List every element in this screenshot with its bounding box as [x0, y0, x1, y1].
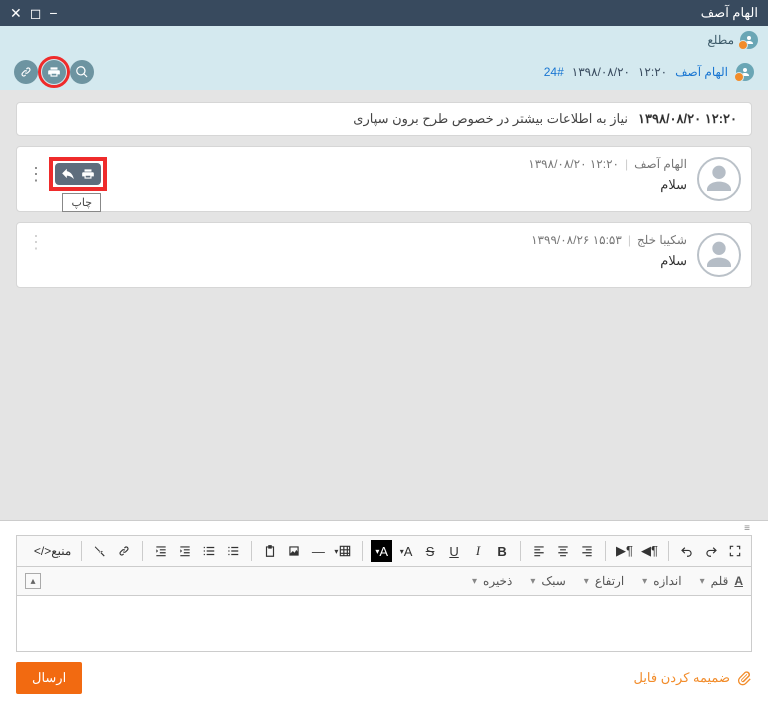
subject-time: ۱۲:۲۰	[705, 111, 737, 126]
message-time: ۱۵:۵۳	[593, 233, 622, 247]
message-more-button[interactable]: ⋮	[27, 165, 45, 183]
tb-undo[interactable]	[677, 540, 697, 562]
tb-font-color[interactable]: A▾	[396, 540, 416, 562]
editor-expand-icon[interactable]: ≡	[744, 523, 750, 535]
tb-collapse[interactable]: ▴	[25, 573, 41, 589]
tb-redo[interactable]	[701, 540, 721, 562]
tb-rtl[interactable]: ¶◀	[639, 540, 660, 562]
message-text: سلام	[45, 253, 687, 269]
tb-paste[interactable]	[260, 540, 280, 562]
header-time: ۱۲:۲۰	[638, 65, 667, 79]
editor-textarea[interactable]	[16, 596, 752, 652]
attach-label: ضمیمه کردن فایل	[633, 670, 730, 686]
tb-italic[interactable]: I	[468, 540, 488, 562]
tb-image[interactable]	[284, 540, 304, 562]
tb-ltr[interactable]: ¶▶	[614, 540, 635, 562]
author-avatar-icon	[736, 63, 754, 81]
role-label: مطلع	[707, 33, 734, 47]
tb-source[interactable]: </>منبع	[32, 540, 73, 562]
tb-unlink[interactable]	[90, 540, 110, 562]
header-date: ۱۳۹۸/۰۸/۲۰	[572, 65, 630, 79]
avatar-icon	[697, 157, 741, 201]
tb-fullscreen[interactable]	[725, 540, 745, 562]
message-meta: الهام آصف|۱۲:۲۰ ۱۳۹۸/۰۸/۲۰	[107, 157, 687, 171]
editor: ≡ ¶◀ ¶▶ B I U S A▾ A▾ ▾ — </>منبع A̲	[0, 520, 768, 652]
minimize-icon[interactable]: −	[49, 5, 57, 21]
print-tooltip: چاپ	[62, 193, 101, 212]
tb-list-num[interactable]	[199, 540, 219, 562]
tb-style[interactable]: سبک▾	[530, 574, 565, 588]
tb-underline[interactable]: U	[444, 540, 464, 562]
print-icon	[81, 167, 95, 181]
tb-align-left[interactable]	[529, 540, 549, 562]
message-author: شکیبا خلج	[637, 233, 687, 247]
tb-font-family[interactable]: A̲قلم▾	[700, 574, 743, 588]
window-title: الهام آصف	[701, 5, 758, 21]
print-button[interactable]	[42, 60, 66, 84]
subject-bar: ۱۲:۲۰ ۱۳۹۸/۰۸/۲۰ نیاز به اطلاعات بیشتر د…	[16, 102, 752, 136]
tb-bg-color[interactable]: A▾	[371, 540, 392, 562]
tb-link[interactable]	[114, 540, 134, 562]
tb-align-right[interactable]	[577, 540, 597, 562]
message-author: الهام آصف	[634, 157, 687, 171]
editor-toolbar-2: A̲قلم▾ اندازه▾ ارتفاع▾ سبک▾ ذخیره▾ ▴	[16, 567, 752, 596]
author-link[interactable]: الهام آصف	[675, 65, 728, 79]
tb-save[interactable]: ذخیره▾	[472, 574, 512, 588]
footer: ضمیمه کردن فایل ارسال	[0, 652, 768, 710]
workspace: ۱۲:۲۰ ۱۳۹۸/۰۸/۲۰ نیاز به اطلاعات بیشتر د…	[0, 90, 768, 520]
editor-toolbar-1: ¶◀ ¶▶ B I U S A▾ A▾ ▾ — </>منبع	[16, 535, 752, 567]
action-bar: الهام آصف ۱۲:۲۰ ۱۳۹۸/۰۸/۲۰ 24#	[0, 54, 768, 90]
message-date: ۱۳۹۸/۰۸/۲۰	[528, 157, 586, 171]
attach-button[interactable]: ضمیمه کردن فایل	[633, 670, 752, 686]
message-row: شکیبا خلج|۱۵:۵۳ ۱۳۹۹/۰۸/۲۶ سلام ⋮	[16, 222, 752, 288]
tb-outdent[interactable]	[175, 540, 195, 562]
reply-icon	[61, 167, 75, 181]
ticket-id[interactable]: 24#	[544, 65, 564, 79]
role-user-icon	[740, 31, 758, 49]
message-text: سلام	[107, 177, 687, 193]
message-print-reply-group[interactable]: چاپ	[55, 163, 101, 185]
message-row: الهام آصف|۱۲:۲۰ ۱۳۹۸/۰۸/۲۰ سلام ⋮ چاپ	[16, 146, 752, 212]
message-date: ۱۳۹۹/۰۸/۲۶	[531, 233, 589, 247]
message-time: ۱۲:۲۰	[590, 157, 619, 171]
close-icon[interactable]: ✕	[10, 5, 22, 22]
tb-table[interactable]: ▾	[332, 540, 354, 562]
search-button[interactable]	[70, 60, 94, 84]
tb-list-bullet[interactable]	[223, 540, 243, 562]
subject-date: ۱۳۹۸/۰۸/۲۰	[638, 111, 701, 126]
send-button[interactable]: ارسال	[16, 662, 82, 694]
maximize-icon[interactable]: ◻	[30, 5, 42, 22]
avatar-icon	[697, 233, 741, 277]
tb-bold[interactable]: B	[492, 540, 512, 562]
link-button[interactable]	[14, 60, 38, 84]
title-bar: الهام آصف ✕ ◻ −	[0, 0, 768, 26]
tb-hr[interactable]: —	[308, 540, 328, 562]
subject-text: نیاز به اطلاعات بیشتر در خصوص طرح برون س…	[353, 111, 628, 127]
tb-font-size[interactable]: اندازه▾	[642, 574, 681, 588]
tb-line-height[interactable]: ارتفاع▾	[584, 574, 624, 588]
tb-indent[interactable]	[151, 540, 171, 562]
message-meta: شکیبا خلج|۱۵:۵۳ ۱۳۹۹/۰۸/۲۶	[45, 233, 687, 247]
message-more-button[interactable]: ⋮	[27, 233, 45, 251]
role-bar: مطلع	[0, 26, 768, 54]
tb-align-center[interactable]	[553, 540, 573, 562]
tb-strike[interactable]: S	[420, 540, 440, 562]
